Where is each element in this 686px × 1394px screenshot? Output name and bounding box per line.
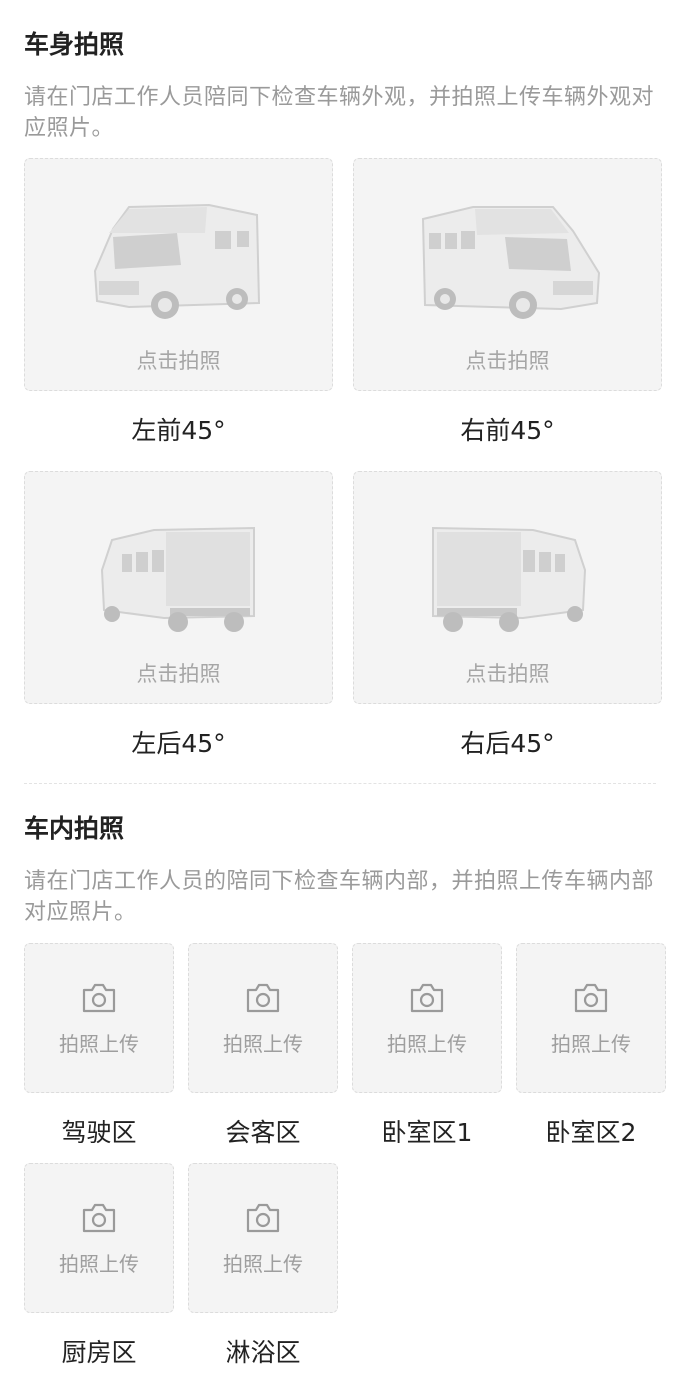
exterior-card-label: 左后45° [131,729,226,758]
exterior-section-header: 车身拍照 请在门店工作人员陪同下检查车辆外观，并拍照上传车辆外观对应照片。 [24,30,662,144]
interior-section-header: 车内拍照 请在门店工作人员的陪同下检查车辆内部，并拍照上传车辆内部对应照片。 [24,814,662,928]
upload-photo-hint: 拍照上传 [59,1252,139,1276]
interior-card-label: 卧室区1 [381,1118,473,1147]
interior-photo-slot-driving-area[interactable]: 拍照上传 [24,943,174,1093]
upload-photo-hint: 拍照上传 [223,1032,303,1056]
exterior-card-label: 右后45° [460,729,555,758]
camera-icon [246,983,280,1013]
exterior-card-label: 右前45° [460,416,555,445]
take-photo-hint: 点击拍照 [465,349,550,373]
upload-photo-hint: 拍照上传 [551,1032,631,1056]
exterior-card-label: 左前45° [131,416,226,445]
exterior-card-rear-right: 点击拍照 右后45° [353,471,662,760]
upload-photo-hint: 拍照上传 [59,1032,139,1056]
upload-photo-hint: 拍照上传 [223,1252,303,1276]
interior-section-description: 请在门店工作人员的陪同下检查车辆内部，并拍照上传车辆内部对应照片。 [24,869,655,925]
exterior-card-front-left: 点击拍照 左前45° [24,158,333,447]
interior-card-lounge-area: 拍照上传 会客区 [188,943,338,1149]
interior-photo-slot-shower[interactable]: 拍照上传 [188,1163,338,1313]
exterior-photo-slot-front-right[interactable]: 点击拍照 [353,158,662,391]
rv-rear-right-illustration [431,526,586,632]
interior-card-label: 会客区 [225,1118,301,1147]
take-photo-hint: 点击拍照 [465,662,550,686]
camera-icon [82,983,116,1013]
camera-icon [574,983,608,1013]
interior-section-title: 车内拍照 [24,814,125,843]
section-divider [24,783,656,784]
rv-front-left-illustration [93,203,260,319]
exterior-card-front-right: 点击拍照 右前45° [353,158,662,447]
exterior-card-rear-left: 点击拍照 左后45° [24,471,333,760]
interior-card-label: 卧室区2 [545,1118,637,1147]
interior-card-bedroom-1: 拍照上传 卧室区1 [352,943,502,1149]
rv-rear-left-illustration [100,526,255,632]
exterior-photo-slot-front-left[interactable]: 点击拍照 [24,158,333,391]
interior-card-label: 淋浴区 [225,1338,301,1367]
camera-icon [410,983,444,1013]
exterior-photo-slot-rear-left[interactable]: 点击拍照 [24,471,333,704]
interior-card-shower: 拍照上传 淋浴区 [188,1163,338,1369]
interior-photo-slot-bedroom-1[interactable]: 拍照上传 [352,943,502,1093]
interior-card-driving-area: 拍照上传 驾驶区 [24,943,174,1149]
interior-card-bedroom-2: 拍照上传 卧室区2 [516,943,666,1149]
camera-icon [246,1203,280,1233]
interior-photo-slot-lounge-area[interactable]: 拍照上传 [188,943,338,1093]
rv-front-right-illustration [421,206,600,319]
camera-icon [82,1203,116,1233]
exterior-section-description: 请在门店工作人员陪同下检查车辆外观，并拍照上传车辆外观对应照片。 [24,85,655,141]
upload-photo-hint: 拍照上传 [387,1032,467,1056]
exterior-section-title: 车身拍照 [24,30,125,59]
interior-photo-slot-bedroom-2[interactable]: 拍照上传 [516,943,666,1093]
interior-card-kitchen: 拍照上传 厨房区 [24,1163,174,1369]
exterior-photo-slot-rear-right[interactable]: 点击拍照 [353,471,662,704]
interior-card-label: 驾驶区 [61,1118,137,1147]
take-photo-hint: 点击拍照 [136,349,221,373]
take-photo-hint: 点击拍照 [136,662,221,686]
interior-photo-slot-kitchen[interactable]: 拍照上传 [24,1163,174,1313]
interior-card-label: 厨房区 [61,1338,137,1367]
